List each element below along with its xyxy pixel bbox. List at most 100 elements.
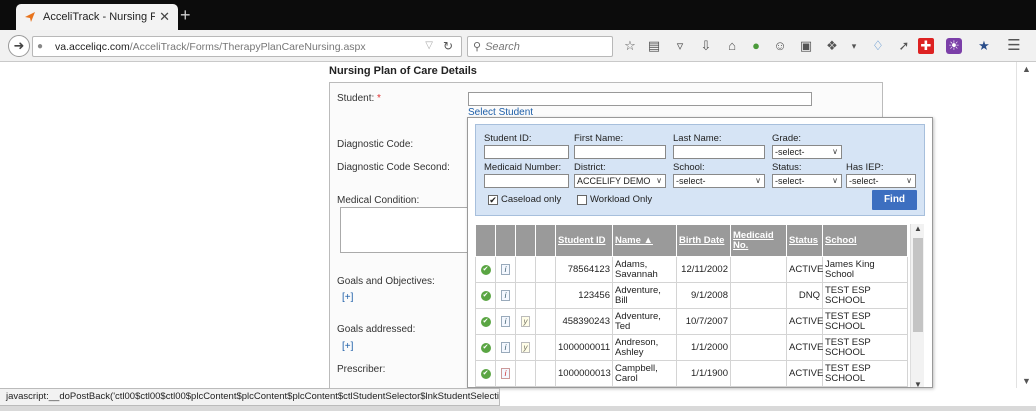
has-iep-select[interactable]: -select- — [846, 174, 916, 188]
extension-puzzle-icon[interactable]: ❖ — [824, 38, 840, 54]
district-select[interactable]: ACCELIFY DEMO — [574, 174, 666, 188]
info-cell[interactable]: i — [495, 256, 516, 283]
student-id-cell — [555, 386, 613, 387]
tab-close-icon[interactable]: ✕ — [159, 9, 170, 25]
info-icon[interactable]: i — [501, 316, 510, 327]
add-goal-link[interactable]: [+] — [342, 292, 353, 303]
add-goals-addressed-link[interactable]: [+] — [342, 341, 353, 352]
select-cell[interactable]: ✔ — [475, 334, 496, 361]
select-cell[interactable]: ✔ — [475, 282, 496, 309]
info-icon[interactable]: i — [501, 368, 510, 379]
select-row-check-icon[interactable]: ✔ — [480, 291, 491, 301]
site-info-icon[interactable]: ● — [37, 41, 49, 53]
status-cell: DNQ — [786, 282, 823, 309]
grid-scroll-down-icon[interactable]: ▼ — [914, 380, 922, 387]
iep-cell[interactable]: y — [515, 334, 536, 361]
info-icon[interactable]: i — [501, 264, 510, 275]
column-birth-date[interactable]: Birth Date — [676, 224, 731, 257]
workload-only-checkbox[interactable]: Workload Only — [577, 194, 652, 205]
page-scrollbar[interactable]: ▲ ▼ — [1016, 62, 1036, 388]
column-medicaid-no[interactable]: Medicaid No. — [730, 224, 787, 257]
info-cell[interactable]: i — [495, 334, 516, 361]
new-tab-button[interactable]: + — [180, 5, 191, 25]
grid-scrollbar[interactable]: ▲ ▼ — [910, 224, 924, 387]
status-select[interactable]: -select- — [772, 174, 842, 188]
table-row[interactable]: ✔ i y 1000000011 Andreson, Ashley 1/1/2000 ACT… — [475, 334, 908, 361]
back-button[interactable]: ➜ — [8, 35, 30, 57]
table-row[interactable]: ✔ i 123456 Adventure, Bill 9/1/2008 DNQ TEST E… — [475, 282, 908, 309]
table-row[interactable]: ✔ i 78564123 Adams, Savannah 12/11/2002 ACTIV… — [475, 256, 908, 283]
table-row[interactable]: ✔iCARSON,UNKNOWN (DISD — [475, 386, 908, 387]
chat-icon[interactable]: ☺ — [772, 38, 788, 54]
info-icon[interactable]: i — [501, 290, 510, 301]
info-cell[interactable]: i — [495, 282, 516, 309]
downloads-icon[interactable]: ⇩ — [698, 38, 714, 54]
birth-date-cell: 10/7/2007 — [676, 308, 731, 335]
column-student-id[interactable]: Student ID — [555, 224, 613, 257]
student-id-input[interactable] — [484, 145, 569, 159]
medicaid-cell — [730, 282, 787, 309]
medicaid-number-input[interactable] — [484, 174, 569, 188]
info-cell[interactable]: i — [495, 308, 516, 335]
search-icon: ⚲ — [473, 41, 482, 53]
medicaid-cell — [730, 334, 787, 361]
screenshot-icon[interactable]: ▣ — [798, 38, 814, 54]
addon-red-icon[interactable]: ✚ — [918, 38, 934, 54]
addon-purple-icon[interactable]: ☀ — [946, 38, 962, 54]
select-row-check-icon[interactable]: ✔ — [480, 317, 491, 327]
select-cell[interactable]: ✔ — [475, 308, 496, 335]
network-icon[interactable]: ♢ — [870, 38, 886, 54]
column-status[interactable]: Status — [786, 224, 823, 257]
diagnostic-code-second-label: Diagnostic Code Second: — [337, 162, 450, 173]
spacer-cell — [535, 256, 556, 283]
accessibility-icon[interactable]: ★ — [976, 38, 992, 54]
reload-icon[interactable]: ↻ — [443, 39, 453, 53]
browser-tab[interactable]: AcceliTrack - Nursing Pla... ✕ — [16, 4, 178, 30]
column-name[interactable]: Name ▲ — [612, 224, 677, 257]
medicaid-cell — [730, 308, 787, 335]
student-results-grid: Student ID Name ▲ Birth Date Medicaid No… — [475, 224, 908, 387]
select-row-check-icon[interactable]: ✔ — [480, 343, 491, 353]
url-bar[interactable]: ● va.acceliqc.com/AcceliTrack/Forms/Ther… — [32, 36, 462, 57]
name-cell: Adventure, Ted — [612, 308, 677, 335]
iep-document-icon[interactable]: y — [521, 342, 530, 353]
first-name-input[interactable] — [574, 145, 666, 159]
school-select[interactable]: -select- — [673, 174, 765, 188]
select-cell[interactable]: ✔ — [475, 256, 496, 283]
grid-scroll-up-icon[interactable]: ▲ — [914, 224, 922, 233]
caseload-only-checkbox[interactable]: ✔ Caseload only — [488, 194, 561, 205]
spacer-cell — [535, 386, 556, 387]
iep-cell[interactable]: y — [515, 308, 536, 335]
page-title: Nursing Plan of Care Details — [329, 65, 477, 77]
student-search-panel: Student ID: First Name: Last Name: Grade… — [475, 124, 925, 216]
menu-icon[interactable]: ☰ — [1006, 38, 1022, 54]
column-school[interactable]: School — [822, 224, 908, 257]
reading-list-icon[interactable]: ▤ — [646, 38, 662, 54]
info-cell[interactable]: i — [495, 360, 516, 387]
select-cell[interactable]: ✔ — [475, 360, 496, 387]
last-name-input[interactable] — [673, 145, 765, 159]
info-icon[interactable]: i — [501, 342, 510, 353]
find-button[interactable]: Find — [872, 190, 917, 210]
table-row[interactable]: ✔ i y 458390243 Adventure, Ted 10/7/2007 ACTIV… — [475, 308, 908, 335]
scroll-down-icon[interactable]: ▼ — [1022, 376, 1031, 386]
window-bottom-edge — [0, 406, 1036, 411]
grid-scroll-thumb[interactable] — [913, 238, 923, 332]
url-dropdown-icon[interactable]: ▽ — [425, 40, 433, 51]
diagnostic-code-label: Diagnostic Code: — [337, 139, 414, 150]
select-row-check-icon[interactable]: ✔ — [480, 265, 491, 275]
grade-select[interactable]: -select- — [772, 145, 842, 159]
table-row[interactable]: ✔ i 1000000013 Campbell, Carol 1/1/1900 ACTIV… — [475, 360, 908, 387]
scroll-up-icon[interactable]: ▲ — [1022, 64, 1031, 74]
overflow-chevron-icon[interactable]: ▾ — [846, 38, 862, 54]
tool-icon[interactable]: ➚ — [896, 38, 912, 54]
bookmark-star-icon[interactable]: ☆ — [622, 38, 638, 54]
home-icon[interactable]: ⌂ — [724, 38, 740, 54]
select-row-check-icon[interactable]: ✔ — [480, 369, 491, 379]
medical-condition-textarea[interactable] — [340, 207, 470, 253]
search-bar[interactable]: ⚲ Search — [467, 36, 613, 57]
iep-document-icon[interactable]: y — [521, 316, 530, 327]
student-input[interactable] — [468, 92, 812, 106]
pocket-icon[interactable]: ▿ — [672, 38, 688, 54]
extension-green-icon[interactable]: ● — [748, 38, 764, 54]
